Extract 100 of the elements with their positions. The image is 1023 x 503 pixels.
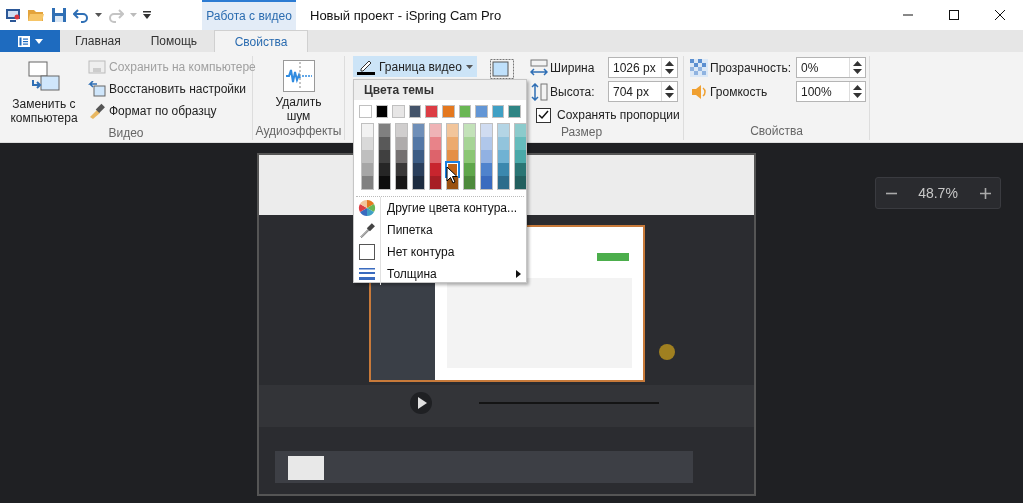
- color-swatch[interactable]: [362, 150, 373, 163]
- color-swatch[interactable]: [481, 124, 492, 137]
- color-swatch[interactable]: [430, 163, 441, 176]
- color-swatch[interactable]: [515, 124, 526, 137]
- color-swatch[interactable]: [430, 124, 441, 137]
- spin-field[interactable]: 1026 px: [608, 57, 678, 78]
- color-swatch[interactable]: [481, 163, 492, 176]
- brush-icon[interactable]: [88, 102, 106, 119]
- caret-icon[interactable]: [34, 38, 43, 44]
- color-swatch[interactable]: [475, 105, 488, 118]
- checkbox[interactable]: [536, 107, 551, 123]
- color-swatch[interactable]: [481, 137, 492, 150]
- ribbon-tab[interactable]: Помощь: [135, 30, 213, 52]
- down-arrow-icon[interactable]: [853, 69, 862, 74]
- up-arrow-icon[interactable]: [853, 85, 862, 90]
- color-swatch[interactable]: [362, 137, 373, 150]
- color-swatch[interactable]: [464, 150, 475, 163]
- remove-noise-button[interactable]: Удалить шум: [264, 56, 333, 124]
- ribbon-command[interactable]: Восстановить настройки: [88, 79, 256, 98]
- menu-item[interactable]: Пипетка: [354, 219, 526, 241]
- color-swatch[interactable]: [396, 150, 407, 163]
- plus-icon[interactable]: [979, 187, 991, 199]
- ribbon-tab[interactable]: Свойства: [214, 30, 309, 52]
- undo-icon[interactable]: [73, 7, 89, 23]
- menu-item[interactable]: Толщина: [354, 263, 526, 285]
- color-swatch[interactable]: [447, 124, 458, 137]
- color-swatch[interactable]: [464, 163, 475, 176]
- color-swatch[interactable]: [413, 176, 424, 189]
- color-swatch[interactable]: [362, 124, 373, 137]
- color-swatch[interactable]: [498, 124, 509, 137]
- color-swatch[interactable]: [498, 150, 509, 163]
- color-swatch[interactable]: [447, 137, 458, 150]
- down-arrow-icon[interactable]: [665, 93, 674, 98]
- color-swatch[interactable]: [379, 150, 390, 163]
- app-icon[interactable]: [5, 7, 21, 23]
- film-swap-icon[interactable]: [27, 60, 61, 94]
- down-arrow-icon[interactable]: [853, 93, 862, 98]
- color-swatch[interactable]: [498, 137, 509, 150]
- caret-icon[interactable]: [465, 64, 473, 69]
- color-swatch[interactable]: [396, 124, 407, 137]
- color-swatch[interactable]: [392, 105, 405, 118]
- color-swatch[interactable]: [458, 105, 472, 118]
- customize-icon[interactable]: [143, 11, 151, 19]
- color-swatch[interactable]: [515, 150, 526, 163]
- menu-item[interactable]: Другие цвета контура...: [354, 197, 526, 219]
- color-swatch[interactable]: [379, 163, 390, 176]
- color-swatch[interactable]: [441, 105, 455, 118]
- down-arrow-icon[interactable]: [665, 69, 674, 74]
- color-swatch[interactable]: [430, 137, 441, 150]
- folder-icon[interactable]: [27, 7, 45, 23]
- color-swatch[interactable]: [396, 163, 407, 176]
- color-swatch[interactable]: [379, 137, 390, 150]
- color-swatch[interactable]: [396, 137, 407, 150]
- list-icon[interactable]: [17, 35, 30, 47]
- color-swatch[interactable]: [498, 176, 509, 189]
- pen-icon[interactable]: [357, 58, 375, 75]
- checkbox-label[interactable]: Сохранять пропорции: [557, 108, 680, 122]
- color-swatch[interactable]: [408, 105, 422, 118]
- color-swatch[interactable]: [425, 105, 438, 118]
- save-icon[interactable]: [51, 7, 67, 23]
- color-swatch[interactable]: [515, 176, 526, 189]
- color-swatch[interactable]: [515, 163, 526, 176]
- color-swatch[interactable]: [413, 124, 424, 137]
- color-swatch[interactable]: [491, 105, 505, 118]
- color-swatch[interactable]: [359, 105, 372, 118]
- ribbon-command[interactable]: Формат по образцу: [88, 101, 256, 120]
- video-border-dropdown[interactable]: Граница видео: [353, 56, 477, 77]
- menu-item[interactable]: Нет контура: [354, 241, 526, 263]
- caret-icon[interactable]: [95, 13, 102, 17]
- color-swatch[interactable]: [375, 105, 389, 118]
- spin-field[interactable]: 704 px: [608, 81, 678, 102]
- color-swatch[interactable]: [362, 163, 373, 176]
- restore-icon[interactable]: [88, 80, 106, 97]
- ribbon-tab[interactable]: Главная: [60, 30, 136, 52]
- color-swatch[interactable]: [379, 176, 390, 189]
- up-arrow-icon[interactable]: [853, 61, 862, 66]
- color-swatch[interactable]: [464, 176, 475, 189]
- spin-field[interactable]: 100%: [796, 81, 866, 102]
- waveform-icon[interactable]: [282, 60, 315, 92]
- frame-icon[interactable]: [490, 59, 514, 79]
- spin-field[interactable]: 0%: [796, 57, 866, 78]
- color-swatch[interactable]: [430, 176, 441, 189]
- color-swatch[interactable]: [481, 150, 492, 163]
- color-swatch[interactable]: [464, 124, 475, 137]
- color-swatch[interactable]: [413, 137, 424, 150]
- color-swatch[interactable]: [413, 150, 424, 163]
- color-swatch[interactable]: [481, 176, 492, 189]
- color-swatch[interactable]: [498, 163, 509, 176]
- color-swatch[interactable]: [413, 163, 424, 176]
- close-icon[interactable]: [995, 10, 1005, 20]
- minimize-icon[interactable]: [903, 14, 913, 16]
- up-arrow-icon[interactable]: [665, 61, 674, 66]
- color-swatch[interactable]: [362, 176, 373, 189]
- color-swatch[interactable]: [430, 150, 441, 163]
- file-menu-button[interactable]: [0, 30, 60, 52]
- color-swatch[interactable]: [379, 124, 390, 137]
- color-swatch[interactable]: [396, 176, 407, 189]
- maximize-icon[interactable]: [949, 10, 959, 20]
- color-swatch[interactable]: [464, 137, 475, 150]
- color-swatch[interactable]: [508, 105, 521, 118]
